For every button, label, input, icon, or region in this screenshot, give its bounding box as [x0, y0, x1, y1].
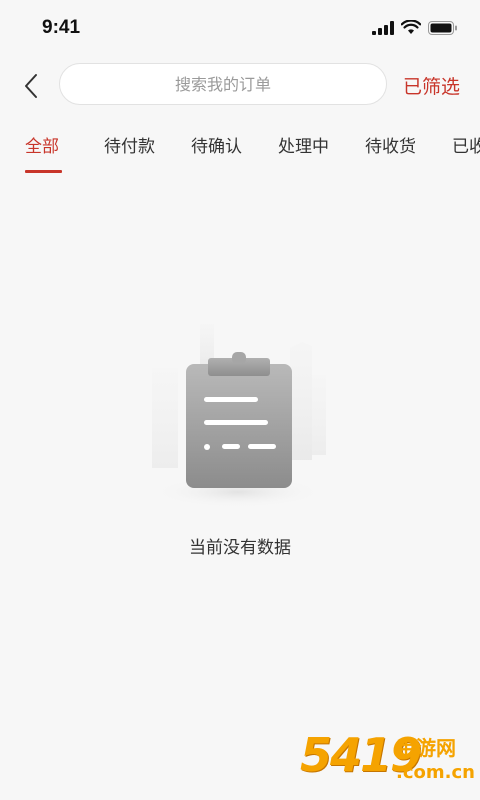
signal-icon [372, 20, 394, 35]
chevron-left-icon [25, 74, 37, 98]
tab-received[interactable]: 已收 [452, 132, 480, 157]
active-tab-indicator [25, 170, 62, 173]
clipboard-icon [152, 324, 326, 508]
search-box[interactable] [59, 63, 387, 105]
status-time: 9:41 [42, 17, 81, 38]
search-input[interactable] [60, 73, 386, 95]
tab-pending-receipt[interactable]: 待收货 [365, 132, 416, 157]
tab-processing[interactable]: 处理中 [278, 132, 329, 157]
watermark-logo: 5419 手游网 .com.cn [300, 728, 475, 794]
order-status-tabs: 全部 待付款 待确认 处理中 待收货 已收 [0, 118, 480, 174]
watermark-site-name: 手游网 [396, 736, 456, 760]
back-button[interactable] [14, 68, 48, 104]
status-icons [372, 20, 458, 35]
watermark-domain: .com.cn [396, 762, 475, 783]
empty-state-message: 当前没有数据 [189, 538, 291, 558]
filter-button[interactable]: 已筛选 [403, 72, 460, 99]
empty-state-illustration [140, 320, 340, 510]
tab-pending-payment[interactable]: 待付款 [104, 132, 155, 157]
battery-icon [428, 20, 457, 35]
tab-pending-confirmation[interactable]: 待确认 [191, 132, 242, 157]
header: 已筛选 [0, 60, 480, 112]
tab-all[interactable]: 全部 [25, 132, 59, 157]
wifi-icon [401, 20, 421, 34]
status-bar: 9:41 [0, 0, 480, 56]
